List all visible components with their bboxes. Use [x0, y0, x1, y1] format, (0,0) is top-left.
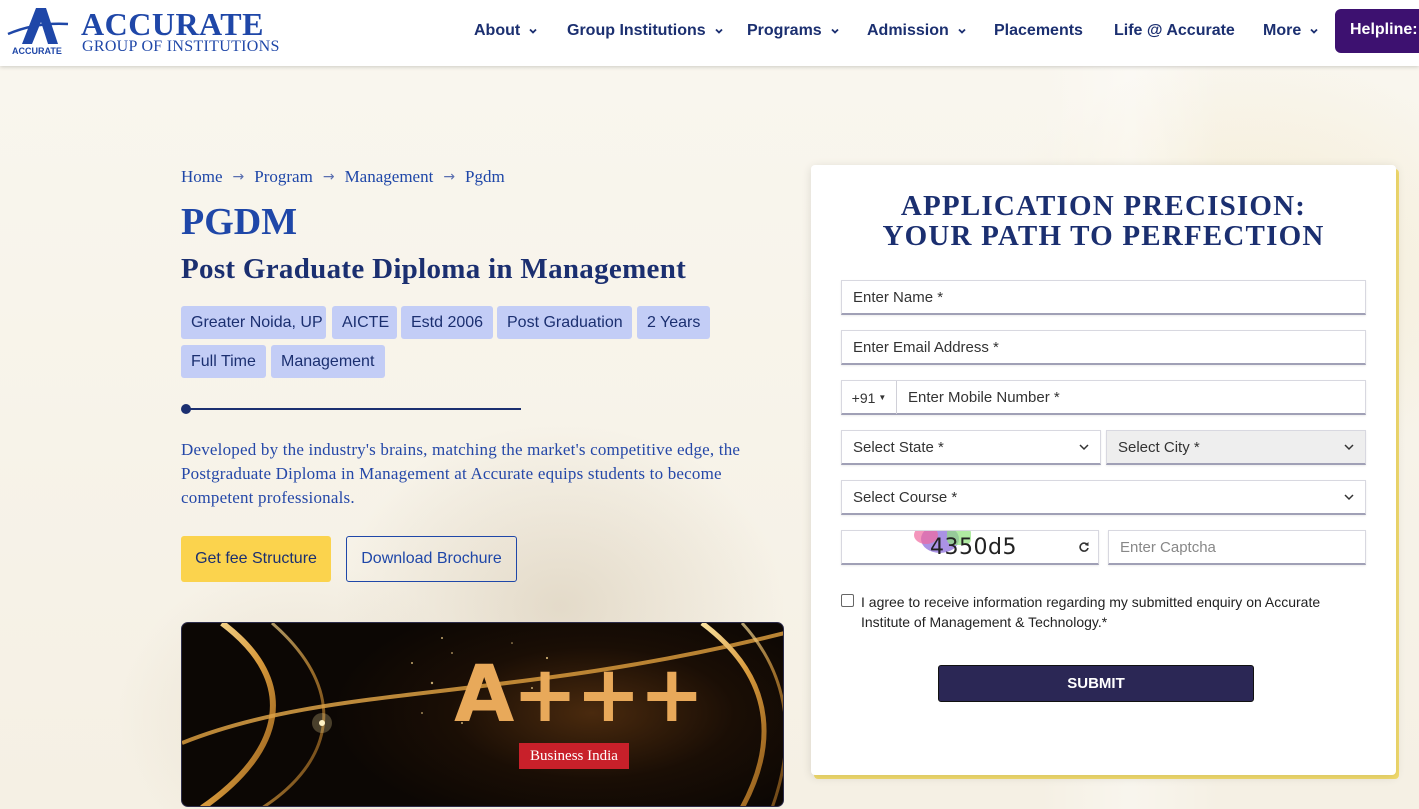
- nav-label: More: [1263, 22, 1302, 39]
- consent-text: I agree to receive information regarding…: [861, 594, 1321, 630]
- arrow-right-icon: →: [443, 169, 456, 185]
- mobile-input[interactable]: +91 ▼ Enter Mobile Number *: [841, 380, 1366, 415]
- chevron-down-icon: [958, 28, 966, 34]
- tag-mode: Full Time: [181, 345, 266, 378]
- nav-label: About: [474, 22, 521, 39]
- nav-life-at-accurate[interactable]: Life @ Accurate: [1114, 20, 1235, 42]
- nav-label: Admission: [867, 22, 949, 39]
- divider-line: [189, 408, 521, 410]
- captcha-box: 4350d5: [841, 530, 1099, 565]
- tag-approval: AICTE: [332, 306, 397, 339]
- form-title: APPLICATION PRECISION: YOUR PATH TO PERF…: [811, 191, 1396, 251]
- arrow-right-icon: →: [322, 169, 335, 185]
- nav-more[interactable]: More: [1263, 20, 1319, 42]
- form-title-line1: APPLICATION PRECISION:: [900, 190, 1307, 222]
- form-title-line2: YOUR PATH TO PERFECTION: [882, 220, 1325, 252]
- captcha-text: 4350d5: [930, 535, 1017, 560]
- submit-button[interactable]: SUBMIT: [938, 665, 1254, 702]
- chevron-down-icon: [1344, 494, 1354, 501]
- city-select[interactable]: Select City *: [1106, 430, 1366, 465]
- nav-group-institutions[interactable]: Group Institutions: [567, 20, 724, 42]
- helpline-button[interactable]: Helpline: +: [1335, 9, 1419, 53]
- site-logo[interactable]: ACCURATE ACCURATE GROUP OF INSTITUTIONS: [6, 4, 296, 60]
- logo-mark-text: ACCURATE: [12, 46, 62, 56]
- nav-label: Placements: [994, 22, 1083, 39]
- state-select-value: Select State *: [853, 438, 944, 456]
- chevron-down-icon: [1079, 444, 1089, 451]
- caret-down-icon: ▼: [878, 393, 887, 402]
- rating-banner: A+++ Business India: [181, 622, 784, 807]
- breadcrumb-home[interactable]: Home: [181, 167, 223, 187]
- nav-admission[interactable]: Admission: [867, 20, 967, 42]
- program-description: Developed by the industry's brains, matc…: [181, 440, 741, 507]
- nav-label: Programs: [747, 22, 822, 39]
- captcha-input[interactable]: Enter Captcha: [1108, 530, 1366, 565]
- logo-tagline: GROUP OF INSTITUTIONS: [82, 38, 280, 55]
- name-input[interactable]: Enter Name *: [841, 280, 1366, 315]
- nav-about[interactable]: About: [474, 20, 538, 42]
- email-input[interactable]: Enter Email Address *: [841, 330, 1366, 365]
- course-select[interactable]: Select Course *: [841, 480, 1366, 515]
- chevron-down-icon: [529, 28, 537, 34]
- arrow-right-icon: →: [232, 169, 245, 185]
- chevron-down-icon: [1344, 444, 1354, 451]
- breadcrumb-management[interactable]: Management: [345, 167, 434, 187]
- divider-dot: [181, 404, 191, 414]
- tag-location: Greater Noida, UP: [181, 306, 326, 339]
- download-brochure-button[interactable]: Download Brochure: [346, 536, 517, 582]
- tag-established: Estd 2006: [401, 306, 493, 339]
- nav-label: Group Institutions: [567, 22, 706, 39]
- chevron-down-icon: [831, 28, 839, 34]
- nav-label: Life @ Accurate: [1114, 22, 1235, 39]
- refresh-icon[interactable]: [1078, 541, 1090, 553]
- site-header: ACCURATE ACCURATE GROUP OF INSTITUTIONS …: [0, 0, 1419, 66]
- nav-programs[interactable]: Programs: [747, 20, 840, 42]
- breadcrumb: Home → Program → Management → Pgdm: [181, 167, 505, 187]
- banner-label: Business India: [519, 743, 629, 769]
- get-fee-structure-button[interactable]: Get fee Structure: [181, 536, 331, 582]
- page-subtitle: Post Graduate Diploma in Management: [181, 253, 687, 285]
- country-code-value: +91: [851, 389, 876, 406]
- tag-level: Post Graduation: [497, 306, 632, 339]
- mobile-placeholder: Enter Mobile Number *: [908, 388, 1060, 406]
- city-select-value: Select City *: [1118, 438, 1200, 456]
- captcha-image: 4350d5: [842, 531, 1098, 564]
- breadcrumb-current: Pgdm: [465, 167, 505, 186]
- section-divider: [181, 404, 521, 414]
- breadcrumb-program[interactable]: Program: [254, 167, 313, 187]
- state-select[interactable]: Select State *: [841, 430, 1101, 465]
- chevron-down-icon: [715, 28, 723, 34]
- tag-stream: Management: [271, 345, 385, 378]
- course-select-value: Select Course *: [853, 488, 958, 506]
- tag-duration: 2 Years: [637, 306, 710, 339]
- nav-placements[interactable]: Placements: [994, 20, 1083, 42]
- consent-checkbox[interactable]: [841, 594, 854, 607]
- chevron-down-icon: [1310, 28, 1318, 34]
- country-code-select[interactable]: +91 ▼: [842, 381, 897, 414]
- logo-title: ACCURATE: [81, 6, 264, 42]
- enquiry-form-card: APPLICATION PRECISION: YOUR PATH TO PERF…: [811, 165, 1396, 775]
- page-title: PGDM: [181, 201, 298, 243]
- banner-rating-text: A+++: [454, 650, 704, 740]
